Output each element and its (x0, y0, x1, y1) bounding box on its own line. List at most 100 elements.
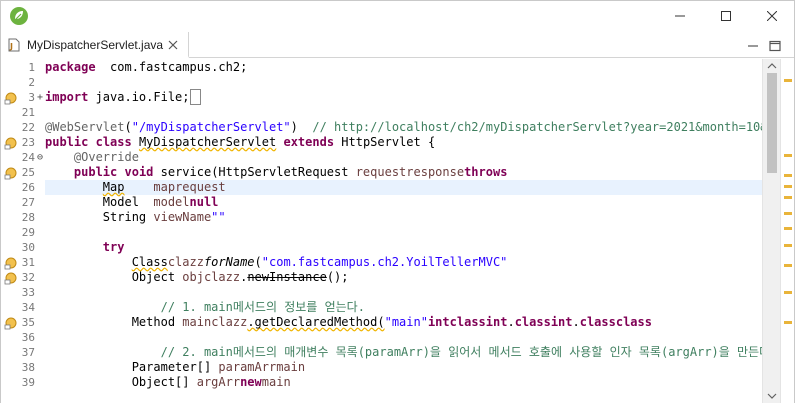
code-area[interactable]: package com.fastcampus.ch2; import java.i… (45, 59, 762, 403)
code-line[interactable]: package com.fastcampus.ch2; (45, 60, 762, 75)
line-number: 29 (21, 226, 35, 239)
code-line[interactable]: ClassclazzforName("com.fastcampus.ch2.Yo… (45, 255, 762, 270)
code-token: ( (124, 120, 132, 134)
code-token: // http://localhost/ch2/myDispatcherServ… (312, 120, 762, 134)
code-token: . (572, 315, 580, 329)
code-token: public (45, 135, 89, 149)
editor-tab-bar: J MyDispatcherServlet.java (1, 32, 794, 58)
line-number: 34 (21, 301, 35, 314)
code-token: MyDispatcherServlet (138, 135, 277, 149)
code-token: . (507, 315, 515, 329)
minimize-button[interactable] (657, 1, 703, 31)
line-number: 25 (21, 166, 35, 179)
code-token: main (276, 360, 306, 374)
code-token: ) (290, 120, 313, 134)
code-line[interactable]: @Override (45, 150, 762, 165)
code-token: new (240, 375, 262, 389)
code-line[interactable]: String viewName"" (45, 210, 762, 225)
code-token: int (550, 315, 573, 329)
code-token: paramArr (218, 360, 277, 374)
line-number: 22 (21, 121, 35, 134)
overview-warning-mark[interactable] (784, 291, 792, 294)
code-line[interactable]: public void service(HttpServletRequest r… (45, 165, 762, 180)
code-token (189, 89, 201, 105)
code-line[interactable]: // 2. main메서드의 매개변수 목록(paramArr)을 읽어서 메서… (45, 345, 762, 360)
fold-toggle-icon[interactable]: + (37, 90, 43, 105)
close-icon (767, 11, 777, 21)
code-line[interactable] (45, 330, 762, 345)
java-file-icon: J (8, 38, 20, 52)
code-line-current[interactable]: Map maprequest (45, 180, 762, 195)
code-token: (); (326, 270, 349, 284)
code-line[interactable] (45, 105, 762, 120)
overview-warning-mark[interactable] (784, 321, 792, 324)
code-token: try (102, 240, 125, 254)
code-token: Map (102, 180, 125, 194)
overview-warning-mark[interactable] (784, 227, 792, 230)
code-token: clazz (167, 255, 204, 269)
code-line[interactable]: Object[] argArrnewmain (45, 375, 762, 390)
line-number: 35 (21, 316, 35, 329)
code-token: forName (203, 255, 255, 269)
code-line[interactable]: @WebServlet("/myDispatcherServlet") // h… (45, 120, 762, 135)
fold-toggle-icon[interactable]: ⊖ (37, 150, 43, 165)
code-token: HttpServlet { (334, 135, 436, 149)
code-line[interactable]: Model modelnull (45, 195, 762, 210)
code-line[interactable]: Method mainclazz.getDeclaredMethod("main… (45, 315, 762, 330)
vertical-scrollbar[interactable] (762, 59, 780, 403)
code-line[interactable] (45, 285, 762, 300)
code-token: obj (182, 270, 204, 284)
code-line[interactable]: // 1. main메서드의 정보를 얻는다. (45, 300, 762, 315)
maximize-button[interactable] (703, 1, 749, 31)
code-token: "/myDispatcherServlet" (131, 120, 291, 134)
code-token: "com.fastcampus.ch2.YoilTellerMVC" (261, 255, 508, 269)
scroll-down-icon[interactable] (767, 392, 777, 400)
title-bar[interactable] (1, 1, 794, 31)
overview-ruler[interactable] (780, 59, 794, 403)
overview-warning-mark[interactable] (784, 185, 792, 188)
code-line[interactable]: public class MyDispatcherServlet extends… (45, 135, 762, 150)
overview-warning-mark[interactable] (784, 154, 792, 157)
code-token: package (45, 60, 96, 74)
code-token: .getDeclaredMethod( (247, 315, 385, 329)
maximize-view-icon[interactable] (768, 40, 782, 52)
code-line[interactable]: try (45, 240, 762, 255)
line-number: 27 (21, 196, 35, 209)
code-token: null (189, 195, 219, 209)
tab-my-dispatcher-servlet[interactable]: J MyDispatcherServlet.java (1, 32, 189, 58)
overview-warning-mark[interactable] (784, 264, 792, 267)
scroll-up-icon[interactable] (767, 62, 777, 70)
overview-warning-mark[interactable] (784, 212, 792, 215)
code-line[interactable]: import java.io.File; (45, 89, 762, 105)
close-button[interactable] (749, 1, 795, 31)
overview-warning-mark[interactable] (784, 174, 792, 177)
code-token: int (485, 315, 508, 329)
code-token: ( (254, 255, 262, 269)
close-icon[interactable] (167, 39, 179, 51)
code-token: class (449, 315, 486, 329)
overview-warning-mark[interactable] (784, 244, 792, 247)
overview-warning-mark[interactable] (784, 196, 792, 199)
code-token: model (153, 195, 190, 209)
code-token: "main" (384, 315, 428, 329)
code-token: class (615, 315, 652, 329)
code-token: Parameter[] (45, 360, 219, 374)
code-line[interactable]: Parameter[] paramArrmain (45, 360, 762, 375)
code-token: @Override (45, 150, 139, 164)
overview-warning-mark[interactable] (784, 79, 792, 82)
line-number: 24 (21, 151, 35, 164)
line-number: 23 (21, 136, 35, 149)
code-line[interactable]: Object objclazz.newInstance(); (45, 270, 762, 285)
code-editor[interactable]: 1 2 3 +21 22 23 24 ⊖ 25 26 27 28 29 30 31 32 33 34 35 36 37 3… (1, 59, 794, 403)
scrollbar-thumb[interactable] (767, 73, 777, 173)
code-token: request (175, 180, 226, 194)
code-line[interactable] (45, 75, 762, 90)
code-token: main (261, 375, 291, 389)
code-token: main (182, 315, 212, 329)
code-line[interactable] (45, 225, 762, 240)
minimize-view-icon[interactable] (746, 40, 760, 52)
